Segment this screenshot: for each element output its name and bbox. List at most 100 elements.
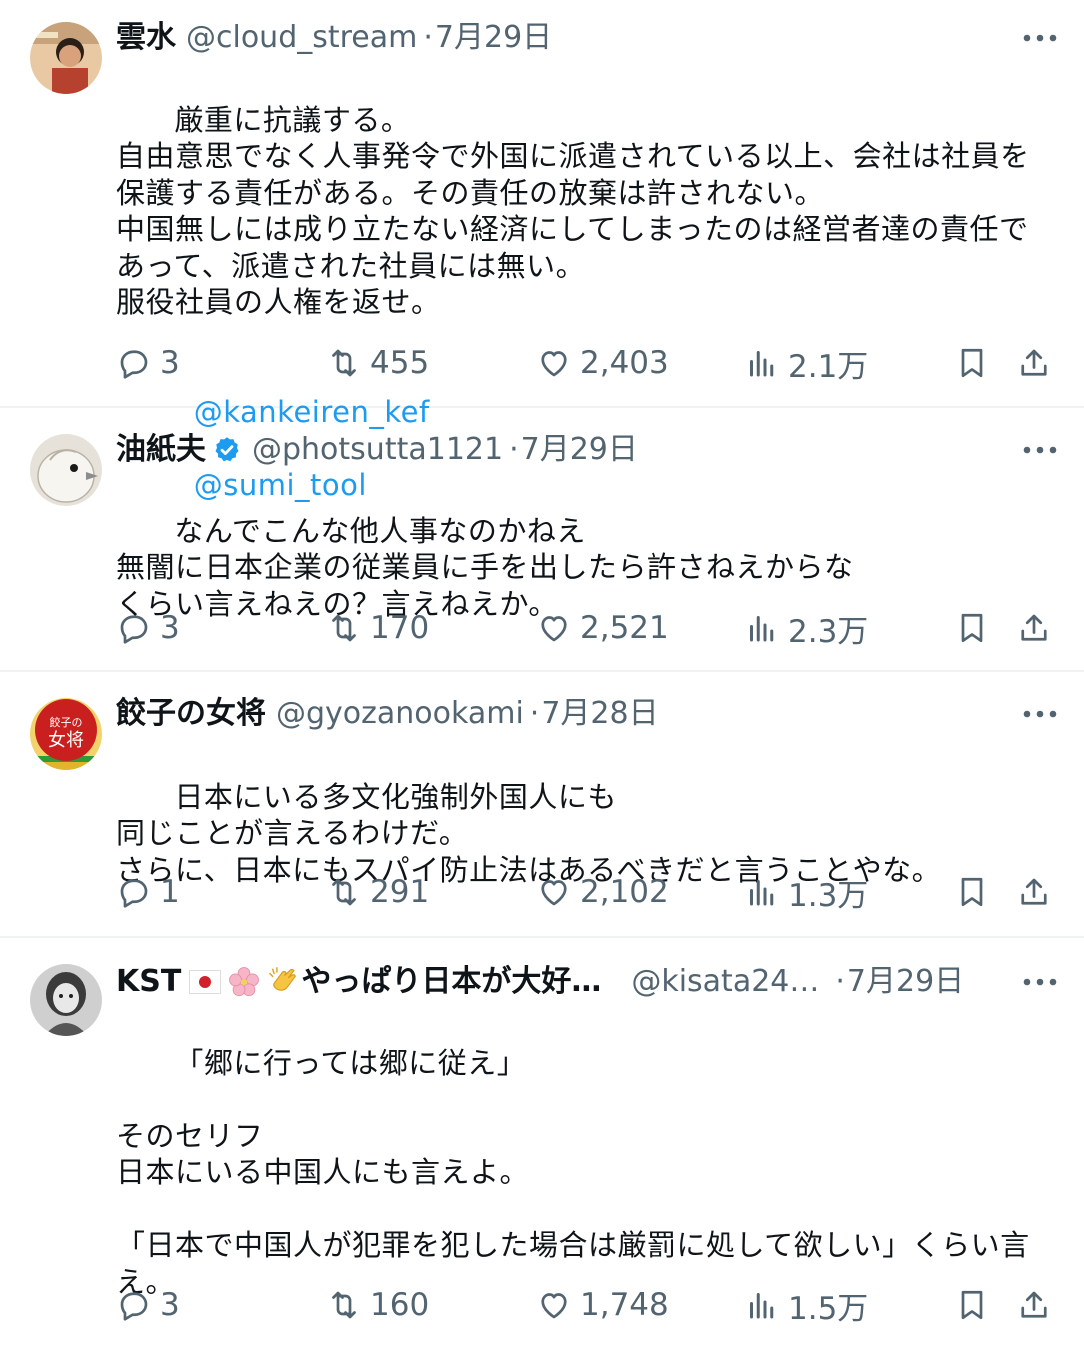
like-button[interactable]: 1,748 — [536, 1283, 669, 1327]
clapping-hands-icon — [269, 967, 297, 991]
share-icon — [1021, 349, 1047, 376]
timeline-feed: 雲水 @cloud_stream · 7月29日 厳重に抗議する。 自由意思でな… — [0, 0, 1084, 1346]
display-name[interactable]: 餃子の女将 — [116, 694, 266, 734]
reply-button[interactable]: 1 — [116, 870, 180, 914]
tweet-header: 雲水 @cloud_stream · 7月29日 — [116, 18, 1060, 58]
repost-count: 291 — [370, 874, 430, 910]
bookmark-button[interactable] — [954, 1283, 990, 1327]
like-icon — [541, 351, 567, 377]
bookmark-icon — [961, 348, 983, 378]
like-button[interactable]: 2,102 — [536, 870, 669, 914]
user-handle[interactable]: @cloud_stream — [186, 18, 417, 58]
share-icon — [1021, 614, 1047, 641]
repost-count: 455 — [370, 345, 430, 381]
tweet-body: なんでこんな他人事なのかねえ 無闇に日本企業の従業員に手を出したら許さねえからな… — [116, 513, 854, 621]
avatar[interactable] — [30, 434, 102, 506]
bookmark-button[interactable] — [954, 870, 990, 914]
views-icon — [750, 616, 774, 642]
display-name[interactable]: 油紙夫 — [116, 430, 206, 470]
avatar[interactable] — [30, 964, 102, 1036]
display-name[interactable]: 雲水 — [116, 18, 176, 58]
tweet[interactable]: 雲水 @cloud_stream · 7月29日 厳重に抗議する。 自由意思でな… — [0, 0, 1084, 502]
reply-icon — [120, 350, 148, 379]
like-icon — [541, 880, 567, 906]
tweet-body: 厳重に抗議する。 自由意思でなく人事発令で外国に派遣されている以上、会社は社員を… — [116, 102, 1030, 320]
share-button[interactable] — [1016, 870, 1052, 914]
user-handle[interactable]: @photsutta1121 — [252, 430, 503, 470]
more-icon[interactable] — [1020, 694, 1060, 734]
separator-dot: · — [509, 432, 519, 467]
repost-icon — [332, 614, 356, 642]
repost-button[interactable]: 170 — [326, 606, 429, 650]
gyoza-logo-avatar-icon: 餃子の 女将 — [30, 698, 102, 770]
like-count: 2,521 — [580, 610, 669, 646]
bookmark-button[interactable] — [954, 341, 990, 385]
display-name[interactable]: やっぱり日本が大好… — [301, 962, 601, 1002]
tweet[interactable]: 油紙夫 @photsutta1121 · 7月29日 なんでこんな他人事なのかね… — [0, 408, 1084, 672]
view-count: 2.3万 — [788, 613, 869, 650]
more-icon[interactable] — [1020, 430, 1060, 470]
separator-dot: · — [835, 964, 845, 999]
bookmark-button[interactable] — [954, 606, 990, 650]
share-button[interactable] — [1016, 606, 1052, 650]
views-icon — [750, 880, 774, 906]
views-icon — [750, 1293, 774, 1319]
share-button[interactable] — [1016, 1283, 1052, 1327]
action-bar: 3 170 2,521 2.3万 — [116, 606, 1084, 650]
post-date[interactable]: 7月28日 — [541, 694, 658, 734]
more-icon[interactable] — [1020, 962, 1060, 1002]
tweet[interactable]: KST やっぱり日本が大好… @kisata24… · 7月29日 「郷に行って… — [0, 938, 1084, 1346]
repost-button[interactable]: 160 — [326, 1283, 429, 1327]
view-count: 1.3万 — [788, 877, 869, 914]
like-button[interactable]: 2,403 — [536, 341, 669, 385]
view-count: 1.5万 — [788, 1290, 869, 1327]
like-icon — [541, 1293, 567, 1319]
tweet-header: KST やっぱり日本が大好… @kisata24… · 7月29日 — [116, 962, 1060, 1002]
avatar[interactable]: 餃子の 女将 — [30, 698, 102, 770]
reply-icon — [120, 879, 148, 908]
action-bar: 3 160 1,748 1.5万 — [116, 1283, 1084, 1327]
bookmark-icon — [961, 613, 983, 643]
share-button[interactable] — [1016, 341, 1052, 385]
share-icon — [1021, 1291, 1047, 1318]
like-count: 1,748 — [580, 1287, 669, 1323]
tweet-header: 餃子の女将 @gyozanookami · 7月28日 — [116, 694, 1060, 734]
separator-dot: · — [423, 20, 433, 55]
repost-count: 160 — [370, 1287, 430, 1323]
views-button[interactable]: 1.5万 — [744, 1283, 868, 1327]
like-button[interactable]: 2,521 — [536, 606, 669, 650]
reply-icon — [120, 1292, 148, 1321]
repost-button[interactable]: 291 — [326, 870, 429, 914]
display-name-prefix[interactable]: KST — [116, 962, 181, 1002]
action-bar: 3 455 2,403 2.1万 — [116, 341, 1084, 385]
svg-text:女将: 女将 — [48, 730, 84, 751]
view-count: 2.1万 — [788, 348, 869, 385]
sketch-portrait-avatar-icon — [30, 964, 102, 1036]
action-bar: 1 291 2,102 1.3万 — [116, 870, 1084, 914]
views-button[interactable]: 2.3万 — [744, 606, 868, 650]
repost-icon — [332, 1291, 356, 1319]
more-icon[interactable] — [1020, 18, 1060, 58]
tweet-header: 油紙夫 @photsutta1121 · 7月29日 — [116, 430, 1060, 470]
reply-count: 3 — [160, 345, 180, 381]
reply-button[interactable]: 3 — [116, 1283, 180, 1327]
post-date[interactable]: 7月29日 — [521, 430, 638, 470]
post-date[interactable]: 7月29日 — [435, 18, 552, 58]
views-button[interactable]: 2.1万 — [744, 341, 868, 385]
post-date[interactable]: 7月29日 — [847, 962, 964, 1002]
bird-avatar-icon — [30, 434, 102, 506]
avatar-logo-text: 餃子の — [50, 715, 83, 729]
reply-button[interactable]: 3 — [116, 606, 180, 650]
like-icon — [541, 616, 567, 642]
reply-button[interactable]: 3 — [116, 341, 180, 385]
user-handle[interactable]: @gyozanookami — [276, 694, 524, 734]
views-icon — [750, 351, 774, 377]
tweet[interactable]: 餃子の 女将 餃子の女将 @gyozanookami · 7月28日 日本にいる… — [0, 672, 1084, 938]
repost-button[interactable]: 455 — [326, 341, 429, 385]
repost-icon — [332, 878, 356, 906]
like-count: 2,403 — [580, 345, 669, 381]
like-count: 2,102 — [580, 874, 669, 910]
views-button[interactable]: 1.3万 — [744, 870, 868, 914]
user-handle[interactable]: @kisata24… — [631, 962, 819, 1002]
avatar[interactable] — [30, 22, 102, 94]
